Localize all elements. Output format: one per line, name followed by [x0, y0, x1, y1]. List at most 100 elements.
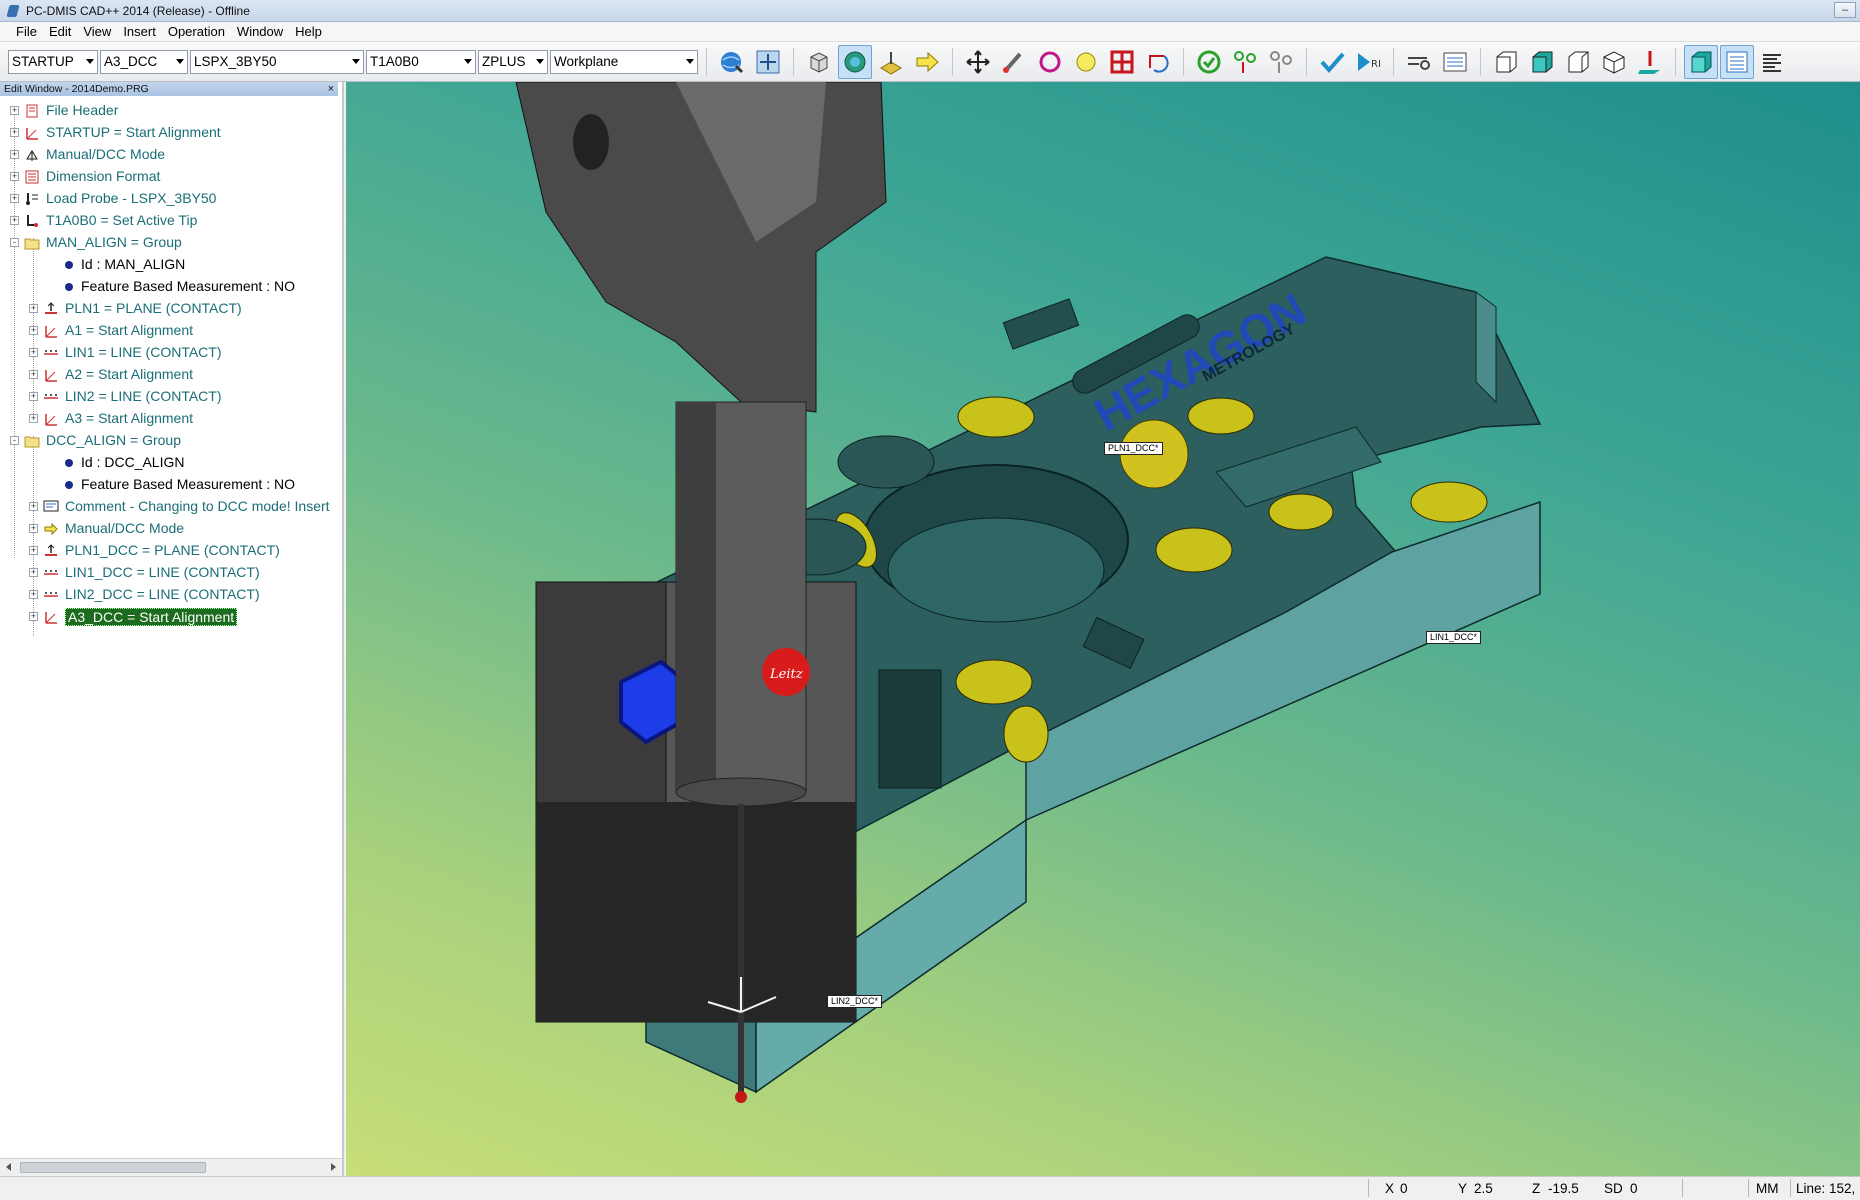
- tree-item[interactable]: + T1A0B0 = Set Active Tip: [0, 210, 340, 232]
- expand-icon[interactable]: +: [10, 216, 19, 225]
- expand-icon[interactable]: +: [29, 502, 38, 511]
- expand-icon[interactable]: +: [29, 326, 38, 335]
- collapse-icon[interactable]: -: [10, 436, 19, 445]
- expand-icon[interactable]: +: [29, 304, 38, 313]
- expand-icon[interactable]: +: [29, 546, 38, 555]
- arrow-right-button[interactable]: [910, 45, 944, 79]
- view-back-button[interactable]: [1561, 45, 1595, 79]
- report-button[interactable]: [1438, 45, 1472, 79]
- tree-item[interactable]: + File Header: [0, 100, 340, 122]
- scroll-thumb[interactable]: [20, 1162, 206, 1173]
- text-view-button[interactable]: [1756, 45, 1790, 79]
- menu-window[interactable]: Window: [231, 24, 289, 39]
- tree-item[interactable]: + Comment - Changing to DCC mode! Insert: [0, 496, 340, 518]
- tree-item[interactable]: + A3 = Start Alignment: [0, 408, 340, 430]
- tree-item[interactable]: + A1 = Start Alignment: [0, 320, 340, 342]
- tree-item[interactable]: + Manual/DCC Mode: [0, 518, 340, 540]
- solid-globe-button[interactable]: [838, 44, 872, 79]
- zoom-fit-button[interactable]: [751, 45, 785, 79]
- probe-pen-button[interactable]: [997, 45, 1031, 79]
- tree-item[interactable]: + LIN2 = LINE (CONTACT): [0, 386, 340, 408]
- cad-model-view[interactable]: HEXAGON METROLOGY Leitz: [346, 82, 1860, 1176]
- menu-help[interactable]: Help: [289, 24, 328, 39]
- tree-item[interactable]: - MAN_ALIGN = Group: [0, 232, 340, 254]
- tree-item[interactable]: + LIN1 = LINE (CONTACT): [0, 342, 340, 364]
- expand-icon[interactable]: +: [10, 106, 19, 115]
- expand-icon[interactable]: +: [29, 370, 38, 379]
- tree-item[interactable]: + PLN1_DCC = PLANE (CONTACT): [0, 540, 340, 562]
- graphics-display-window[interactable]: HEXAGON METROLOGY Leitz PLN1_DCC* LIN1_D…: [346, 82, 1860, 1176]
- menu-edit[interactable]: Edit: [43, 24, 77, 39]
- menu-operation[interactable]: Operation: [162, 24, 231, 39]
- menu-insert[interactable]: Insert: [117, 24, 162, 39]
- tree-item[interactable]: Id : DCC_ALIGN: [0, 452, 340, 474]
- large-bore-inner: [887, 517, 1105, 623]
- collapse-icon[interactable]: -: [10, 238, 19, 247]
- tree-item[interactable]: Feature Based Measurement : NO: [0, 276, 340, 298]
- scroll-left-icon[interactable]: [6, 1163, 11, 1171]
- expand-icon[interactable]: +: [29, 612, 38, 621]
- tree-item-label: A2 = Start Alignment: [65, 366, 194, 382]
- view-iso-button[interactable]: [1597, 45, 1631, 79]
- refresh-green-button[interactable]: [1192, 45, 1226, 79]
- rotate-button[interactable]: [1141, 45, 1175, 79]
- feature-label-lin1-dcc[interactable]: LIN1_DCC*: [1426, 631, 1482, 644]
- translate-button[interactable]: [961, 45, 995, 79]
- tree-item[interactable]: + LIN1_DCC = LINE (CONTACT): [0, 562, 340, 584]
- status-units: MM: [1756, 1181, 1779, 1196]
- bullet-dot-icon: [65, 261, 73, 269]
- expand-icon[interactable]: +: [29, 414, 38, 423]
- expand-icon[interactable]: +: [29, 568, 38, 577]
- tree-item[interactable]: + Manual/DCC Mode: [0, 144, 340, 166]
- tree-item[interactable]: Feature Based Measurement : NO: [0, 474, 340, 496]
- expand-icon[interactable]: +: [29, 590, 38, 599]
- workplane-combo[interactable]: Workplane: [550, 49, 698, 74]
- edit-window-horizontal-scrollbar[interactable]: [0, 1158, 342, 1176]
- expand-icon[interactable]: +: [29, 348, 38, 357]
- tip-combo[interactable]: T1A0B0: [366, 49, 476, 74]
- edit-window-close-button[interactable]: ×: [328, 82, 334, 96]
- minimize-button[interactable]: ‒: [1834, 2, 1856, 18]
- tree-item[interactable]: + A3_DCC = Start Alignment: [0, 606, 340, 628]
- cube-wire-button[interactable]: [802, 45, 836, 79]
- line-icon: [44, 394, 58, 399]
- probe-toggle-button[interactable]: [874, 45, 908, 79]
- checkmark-button[interactable]: [1315, 45, 1349, 79]
- expand-icon[interactable]: +: [10, 172, 19, 181]
- expand-icon[interactable]: +: [10, 194, 19, 203]
- tree-item[interactable]: + Dimension Format: [0, 166, 340, 188]
- tree-item[interactable]: + Load Probe - LSPX_3BY50: [0, 188, 340, 210]
- tree-item[interactable]: + A2 = Start Alignment: [0, 364, 340, 386]
- solid-view-button[interactable]: [1684, 44, 1718, 79]
- tree-item[interactable]: + PLN1 = PLANE (CONTACT): [0, 298, 340, 320]
- feature-label-pln1-dcc[interactable]: PLN1_DCC*: [1104, 442, 1163, 455]
- alignment2-combo[interactable]: A3_DCC: [100, 49, 188, 74]
- scroll-right-icon[interactable]: [331, 1163, 336, 1171]
- probe-combo[interactable]: LSPX_3BY50: [190, 49, 364, 74]
- tree-item[interactable]: Id : MAN_ALIGN: [0, 254, 340, 276]
- sphere-feature-button[interactable]: [1069, 45, 1103, 79]
- menu-file[interactable]: File: [10, 24, 43, 39]
- view-front-button[interactable]: [1489, 45, 1523, 79]
- touch-points-button[interactable]: [1228, 45, 1262, 79]
- run-button[interactable]: RI: [1351, 45, 1385, 79]
- measure-button[interactable]: [1402, 45, 1436, 79]
- probe-red-button[interactable]: [1633, 45, 1667, 79]
- globe-button[interactable]: [715, 45, 749, 79]
- tree-item[interactable]: + STARTUP = Start Alignment: [0, 122, 340, 144]
- expand-icon[interactable]: +: [10, 150, 19, 159]
- touch-points-gray-button[interactable]: [1264, 45, 1298, 79]
- expand-icon[interactable]: +: [10, 128, 19, 137]
- menu-view[interactable]: View: [77, 24, 117, 39]
- view-side-button[interactable]: [1525, 45, 1559, 79]
- grid-button[interactable]: [1105, 45, 1139, 79]
- list-view-button[interactable]: [1720, 44, 1754, 79]
- expand-icon[interactable]: +: [29, 392, 38, 401]
- expand-icon[interactable]: +: [29, 524, 38, 533]
- view-combo[interactable]: ZPLUS: [478, 49, 548, 74]
- feature-label-lin2-dcc[interactable]: LIN2_DCC*: [827, 995, 883, 1008]
- circle-feature-button[interactable]: [1033, 45, 1067, 79]
- tree-item[interactable]: + LIN2_DCC = LINE (CONTACT): [0, 584, 340, 606]
- tree-item[interactable]: - DCC_ALIGN = Group: [0, 430, 340, 452]
- alignment-combo[interactable]: STARTUP: [8, 49, 98, 74]
